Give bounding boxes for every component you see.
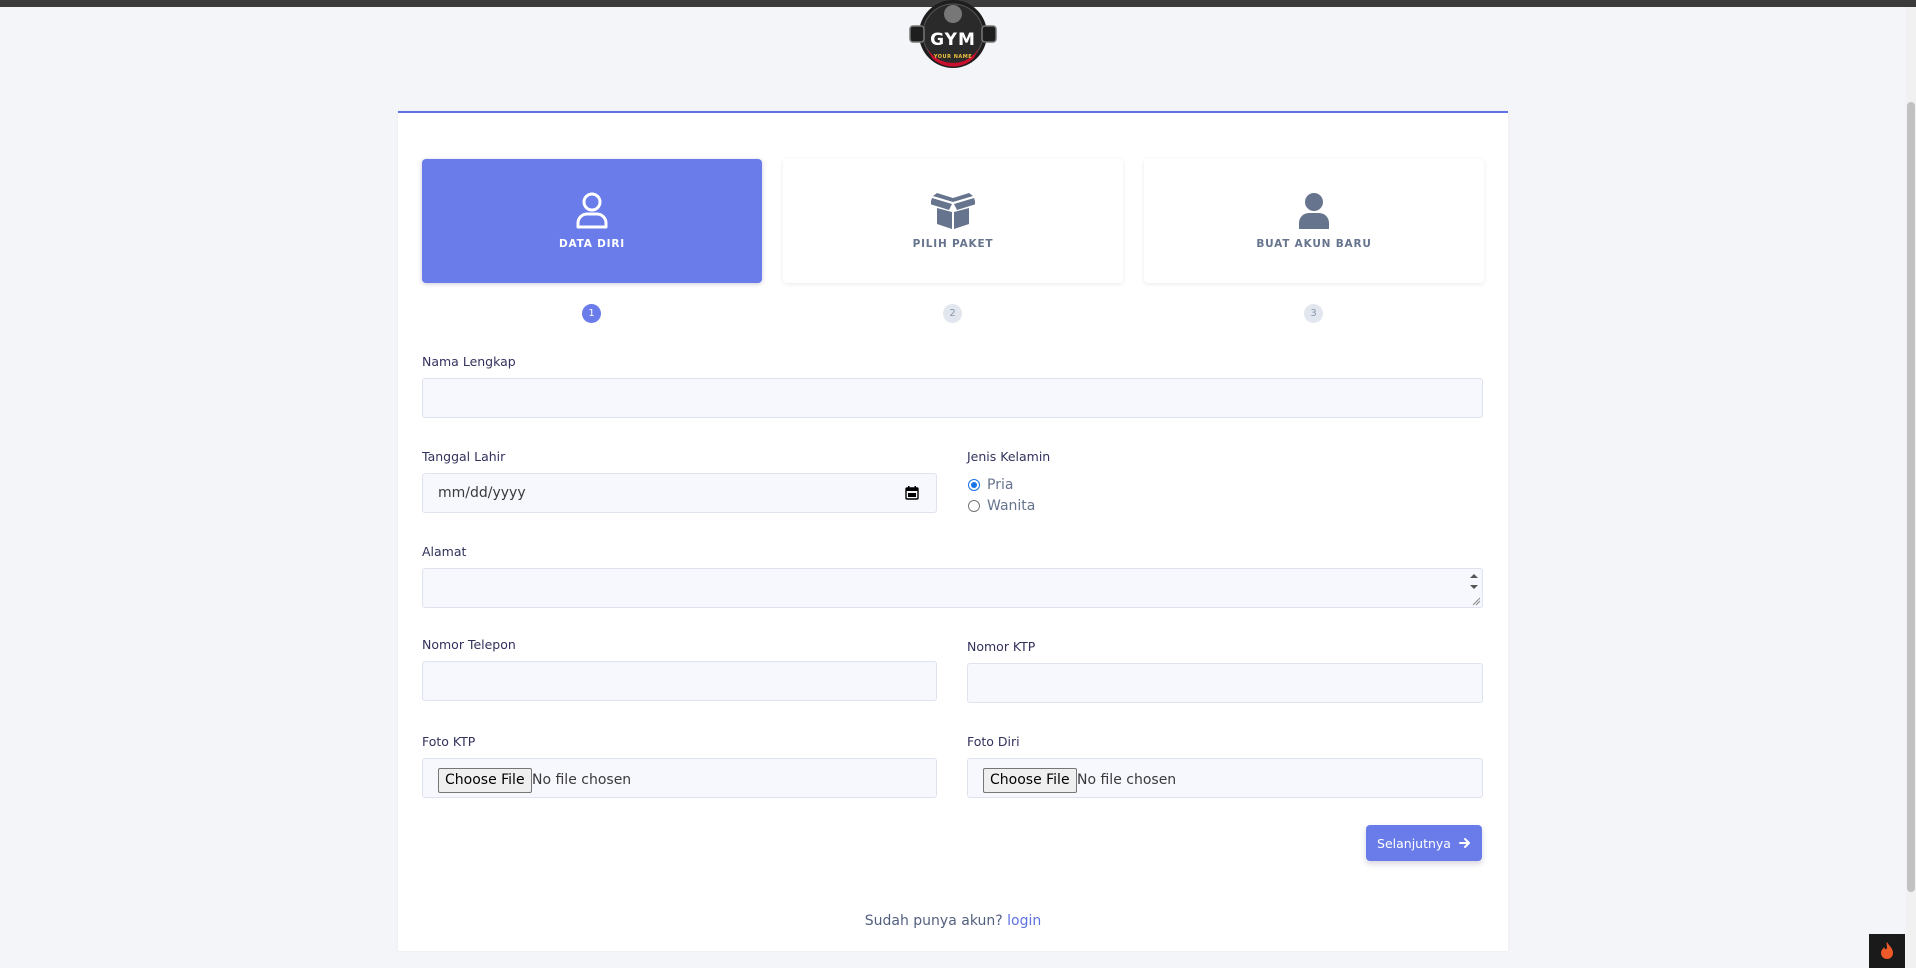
logo-text: GYM: [930, 30, 976, 50]
step-label: DATA DIRI: [559, 238, 625, 250]
foto-diri-file-input[interactable]: Choose File No file chosen: [967, 758, 1483, 798]
step-data-diri[interactable]: DATA DIRI: [422, 159, 762, 283]
alamat-textarea[interactable]: [422, 568, 1483, 608]
foto-ktp-label: Foto KTP: [422, 734, 476, 749]
scrollbar-thumb[interactable]: [1907, 102, 1915, 892]
tanggal-lahir-label: Tanggal Lahir: [422, 449, 506, 464]
debug-toolbar-toggle[interactable]: [1869, 934, 1905, 968]
choose-file-button[interactable]: Choose File: [983, 768, 1077, 793]
nomor-telepon-input[interactable]: [422, 661, 937, 701]
flame-icon: [1881, 942, 1893, 959]
foto-ktp-file-input[interactable]: Choose File No file chosen: [422, 758, 937, 798]
file-status: No file chosen: [532, 772, 632, 788]
selanjutnya-label: Selanjutnya: [1377, 835, 1451, 851]
radio-label-wanita: Wanita: [987, 498, 1036, 514]
logo-subtext: YOUR NAME: [933, 54, 973, 60]
nomor-telepon-label: Nomor Telepon: [422, 637, 516, 652]
nomor-ktp-label: Nomor KTP: [967, 639, 1036, 654]
step-buat-akun-baru[interactable]: BUAT AKUN BARU: [1144, 159, 1484, 283]
page-scrollbar[interactable]: [1906, 7, 1916, 968]
alamat-label: Alamat: [422, 544, 467, 559]
login-link[interactable]: login: [1007, 913, 1041, 929]
user-solid-icon: [1299, 193, 1329, 229]
radio-button-checked[interactable]: [968, 479, 980, 491]
arrow-right-icon: [1458, 838, 1470, 848]
resize-grip-icon[interactable]: [1471, 596, 1481, 606]
step-indicator-2[interactable]: 2: [943, 304, 962, 323]
calendar-icon[interactable]: [905, 486, 919, 500]
foto-diri-label: Foto Diri: [967, 734, 1020, 749]
login-prompt: Sudah punya akun? login: [398, 913, 1508, 929]
step-label: PILIH PAKET: [912, 238, 994, 250]
nama-lengkap-label: Nama Lengkap: [422, 354, 516, 369]
radio-button[interactable]: [968, 500, 980, 512]
box-open-icon: [931, 193, 975, 229]
radio-wanita[interactable]: Wanita: [968, 498, 1035, 514]
radio-label-pria: Pria: [987, 477, 1014, 493]
radio-pria[interactable]: Pria: [968, 477, 1013, 493]
selanjutnya-button[interactable]: Selanjutnya: [1366, 825, 1482, 861]
step-indicator-3[interactable]: 3: [1304, 304, 1323, 323]
step-pilih-paket[interactable]: PILIH PAKET: [783, 159, 1123, 283]
step-label: BUAT AKUN BARU: [1256, 238, 1372, 250]
jenis-kelamin-label: Jenis Kelamin: [967, 449, 1051, 464]
choose-file-button[interactable]: Choose File: [438, 768, 532, 793]
registration-card: DATA DIRI PILIH PAKET BUAT AKUN BARU 1 2…: [398, 111, 1508, 951]
login-prompt-text: Sudah punya akun?: [864, 913, 1003, 929]
nomor-ktp-input[interactable]: [967, 663, 1483, 703]
user-outline-icon: [576, 192, 608, 229]
tanggal-lahir-input[interactable]: mm/dd/yyyy: [422, 473, 937, 513]
step-indicator-1[interactable]: 1: [582, 304, 601, 323]
nama-lengkap-input[interactable]: [422, 378, 1483, 418]
textarea-scroll-arrows-icon[interactable]: [1468, 571, 1480, 593]
date-placeholder: mm/dd/yyyy: [438, 485, 526, 501]
file-status: No file chosen: [1077, 772, 1177, 788]
